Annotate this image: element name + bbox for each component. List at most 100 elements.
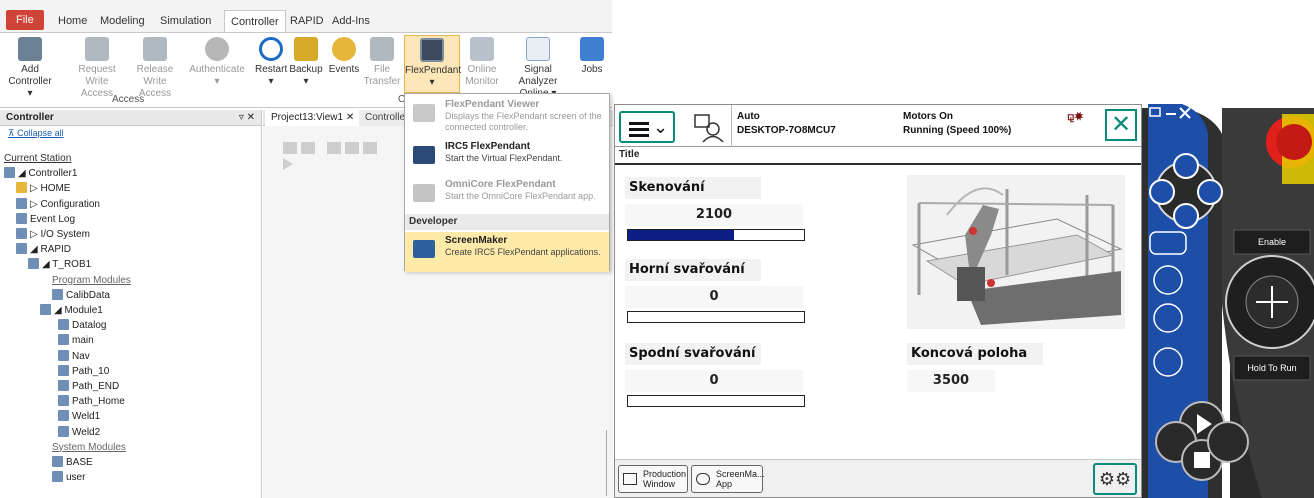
tree-item[interactable]: ◢ Controller1 [4,167,77,181]
tree-item-label: ◢ RAPID [30,244,72,256]
tree-item[interactable]: Weld2 [58,425,101,440]
tree-node-icon [52,456,63,467]
tree-node-icon [16,228,27,239]
add-controller-icon [18,37,42,61]
tree-item[interactable]: Datalog [58,319,106,333]
restart-button[interactable]: Restart ▾ [255,37,287,88]
controller-host: DESKTOP-7O8MCU7 [737,125,836,136]
menu-item-omnicore-flexpendant[interactable]: OmniCore FlexPendant Start the OmniCore … [405,176,609,216]
tab-home[interactable]: Home [52,10,93,32]
panel-pin-close-icon[interactable]: ▿ ✕ [239,110,255,126]
tree-node-icon [16,197,27,209]
tree-node-icon [28,258,39,270]
tree-node-icon [16,212,27,224]
tree-item[interactable]: BASE [52,456,93,470]
tree-item[interactable]: Program Modules [52,274,131,288]
release-write-access-button[interactable]: Release Write Access [128,37,182,100]
tree-item-label: Weld1 [72,411,101,423]
tree-item[interactable]: Event Log [16,212,75,227]
close-button[interactable]: ✕ [1105,109,1137,141]
tree-item[interactable]: Weld1 [58,410,100,424]
add-controller-button[interactable]: Add Controller ▾ [6,37,54,100]
robot-cell-image [907,175,1125,329]
user-info-button[interactable] [689,111,729,143]
scan-progress-bar [627,229,805,241]
menu-item-flexpendant-viewer[interactable]: FlexPendant Viewer Displays the FlexPend… [405,96,609,136]
tree-item[interactable]: user [52,471,85,485]
tree-item-label: Path_END [72,381,120,392]
controller-panel-header: Controller ▿ ✕ [0,110,261,126]
tab-project-view[interactable]: Project13:View1 ✕ [265,110,362,126]
tree-item[interactable]: Path_END [58,380,119,394]
menu-item-title: IRC5 FlexPendant [445,141,531,152]
tree-node-icon [52,288,63,300]
group-label-access: Access [112,94,145,105]
scroll-divider [606,430,607,496]
signal-analyzer-button[interactable]: Signal Analyzer Online ▾ [504,37,572,100]
tree-node-icon [58,334,69,346]
view-title: Title [615,147,1141,165]
tree-item[interactable]: ▷ HOME [16,182,70,196]
screenmaker-app-button[interactable]: ScreenMa... App [691,465,765,493]
quickset-status-icon[interactable]: ⚼✸ [1067,111,1083,124]
abb-menu-button[interactable]: ⌄ [619,111,675,143]
jobs-button[interactable]: Jobs [576,37,608,76]
tab-rapid[interactable]: RAPID [284,10,330,32]
tree-item[interactable]: ◢ RAPID [16,243,71,257]
jobs-icon [580,37,604,61]
tree-item[interactable]: ▷ I/O System [16,228,90,242]
tab-file[interactable]: File [6,10,44,30]
events-icon [332,37,356,61]
tree-item-label: System Modules [52,441,126,453]
authenticate-icon [205,37,229,61]
tree-item[interactable]: System Modules [52,441,126,455]
tree-item[interactable]: ▷ Configuration [16,197,100,212]
backup-label: Backup ▾ [289,64,323,87]
hold-to-run-label[interactable]: Hold To Run [1234,356,1310,380]
tree-item-label: Current Station [4,153,72,164]
quickset-gear-button[interactable]: ⚙⚙ [1093,463,1137,495]
flexpendant-dropdown: FlexPendant Viewer Displays the FlexPend… [404,93,610,272]
flexpendant-button[interactable]: FlexPendant ▾ [404,35,461,93]
tree-item-label: Path_10 [72,365,110,377]
tab-modeling[interactable]: Modeling [94,10,151,32]
tree-item-label: user [66,472,86,484]
menu-item-title: OmniCore FlexPendant [445,179,556,190]
menu-item-desc: Displays the FlexPendant screen of the c… [445,111,602,132]
tree-item-label: Path_Home [72,396,125,408]
tab-controller[interactable]: Controller [224,10,286,32]
lower-weld-progress-bar [627,395,805,407]
tree-item[interactable]: Path_10 [58,364,110,379]
enable-label[interactable]: Enable [1234,230,1310,254]
flexpendant-taskbar: Production Window ScreenMa... App ⚙⚙ [615,459,1141,497]
tree-item[interactable]: Current Station [4,152,71,166]
tree-item[interactable]: Nav [58,349,90,364]
end-position-label: Koncová poloha [907,343,1043,365]
ribbon-tabbar: File Home Modeling Simulation Controller… [0,0,612,34]
tree-item[interactable]: CalibData [52,288,110,303]
lower-weld-value: 0 [625,370,803,392]
online-monitor-button[interactable]: Online Monitor [464,37,500,88]
flexpendant-statusbar: ⌄ Auto DESKTOP-7O8MCU7 Motors On Running… [615,105,1141,147]
backup-button[interactable]: Backup ▾ [289,37,323,88]
request-write-access-button[interactable]: Request Write Access [70,37,124,100]
tree-item[interactable]: ◢ T_ROB1 [28,258,91,272]
tree-item[interactable]: Path_Home [58,395,125,409]
tree-item-label: ▷ I/O System [30,229,90,240]
menu-item-irc5-flexpendant[interactable]: IRC5 FlexPendant Start the Virtual FlexP… [405,138,609,178]
tree-item-label: ◢ Module1 [54,305,103,316]
tree-item[interactable]: ◢ Module1 [40,304,103,318]
tree-item-label: Weld2 [72,426,101,438]
menu-item-screenmaker[interactable]: ScreenMaker Create IRC5 FlexPendant appl… [405,232,609,272]
authenticate-button[interactable]: Authenticate ▾ [188,37,246,88]
chevron-down-icon: ⌄ [653,117,669,137]
menu-item-title: ScreenMaker [445,235,508,246]
file-transfer-button[interactable]: File Transfer [362,37,402,88]
tree-item[interactable]: main [58,334,94,348]
events-button[interactable]: Events [327,37,361,76]
tree-item-label: ◢ Controller1 [18,168,78,180]
production-window-button[interactable]: Production Window [618,465,688,493]
tab-simulation[interactable]: Simulation [154,10,217,32]
tab-add-ins[interactable]: Add-Ins [326,10,376,32]
collapse-all-link[interactable]: ⊼ Collapse all [0,126,261,141]
